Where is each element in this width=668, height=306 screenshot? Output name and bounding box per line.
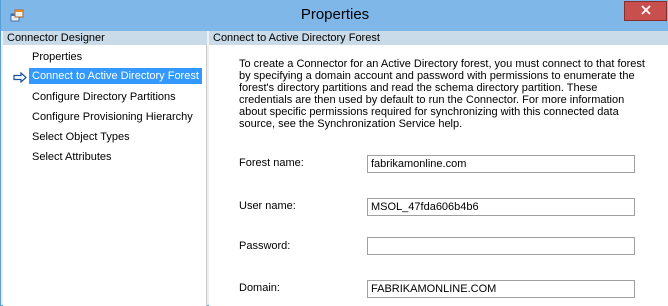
password-label: Password: <box>239 240 291 252</box>
domain-input[interactable] <box>367 280 635 298</box>
password-input[interactable] <box>367 237 635 255</box>
close-button[interactable] <box>624 1 667 21</box>
forest-name-label: Forest name: <box>239 157 304 169</box>
arrow-right-icon <box>13 71 27 84</box>
nav-item-configure-directory-partitions[interactable]: Configure Directory Partitions <box>29 89 179 105</box>
close-icon <box>640 4 651 18</box>
properties-window: Properties Connector Designer Properties… <box>0 0 668 306</box>
nav-item-select-attributes[interactable]: Select Attributes <box>29 149 115 165</box>
title-bar[interactable]: Properties <box>1 0 668 31</box>
nav-item-select-object-types[interactable]: Select Object Types <box>29 129 133 145</box>
nav-item-configure-provisioning-hierarchy[interactable]: Configure Provisioning Hierarchy <box>29 109 196 125</box>
connect-to-forest-header: Connect to Active Directory Forest <box>209 31 668 45</box>
connector-designer-header: Connector Designer <box>3 31 207 45</box>
forest-name-input[interactable] <box>367 155 635 173</box>
user-name-input[interactable] <box>367 198 635 216</box>
connector-designer-pane: Connector Designer Properties Connect to… <box>3 31 207 306</box>
description-text: To create a Connector for an Active Dire… <box>239 58 645 130</box>
nav-item-properties[interactable]: Properties <box>29 49 85 65</box>
nav-item-connect-to-active-directory-forest[interactable]: Connect to Active Directory Forest <box>29 68 202 84</box>
window-title: Properties <box>300 6 370 23</box>
domain-label: Domain: <box>239 282 280 294</box>
connect-to-forest-pane: Connect to Active Directory Forest To cr… <box>209 31 668 306</box>
user-name-label: User name: <box>239 200 296 212</box>
